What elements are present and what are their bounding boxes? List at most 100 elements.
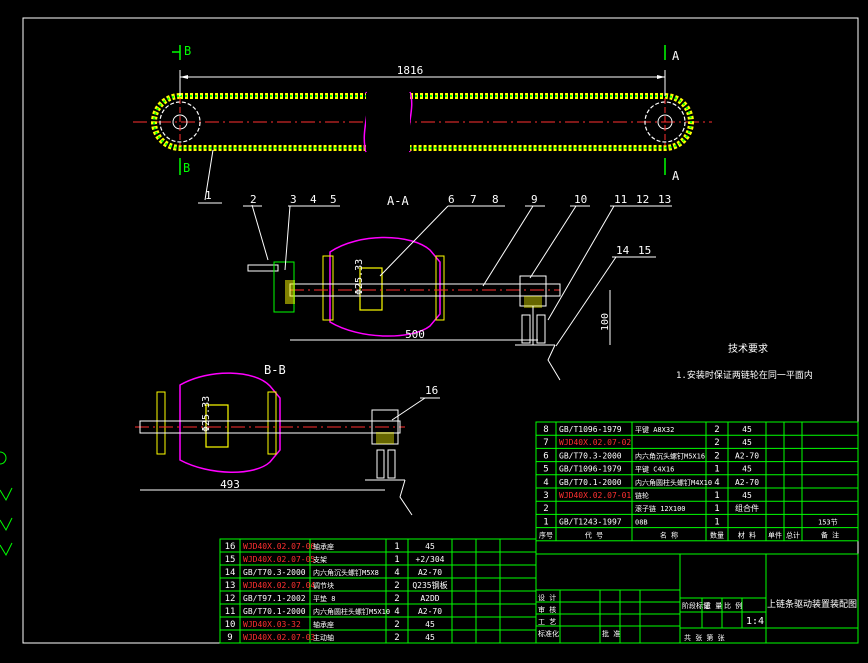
upper-row-no: 2	[543, 504, 548, 514]
lower-row-qty: 1	[394, 555, 399, 565]
lower-row-qty: 1	[394, 542, 399, 552]
upper-header-cell: 名 称	[660, 531, 678, 540]
tb-sheet: 共 张 第 张	[684, 633, 725, 642]
upper-header-cell: 代 号	[585, 531, 603, 540]
lower-row-name: 内六角沉头螺钉M5X8	[313, 568, 379, 577]
tech-req-title: 技术要求	[728, 342, 768, 355]
leader-16	[391, 397, 426, 421]
upper-row-mat: 45	[742, 438, 752, 447]
balloon-6: 6	[448, 193, 455, 206]
lower-row-no: 10	[225, 620, 236, 630]
lower-row-code: WJD40X.03-32	[243, 620, 301, 629]
upper-row-qty: 4	[714, 478, 719, 488]
lower-row-code: WJD40X.02.07.04	[243, 581, 315, 590]
flange-right-bb	[267, 391, 277, 455]
post-right-bb	[387, 449, 396, 479]
tb-col-scale: 比 例	[724, 601, 742, 610]
upper-row-code: GB/T1243-1997	[559, 517, 622, 526]
lower-row-code: WJD40X.02.07-05	[243, 555, 315, 564]
upper-row-mat: 45	[742, 491, 752, 500]
upper-row-name: 平键 A8X32	[635, 425, 674, 434]
lower-row-mat: 45	[425, 620, 435, 629]
dim-1816-text: 1816	[397, 64, 424, 77]
section-a-top: A	[672, 49, 680, 63]
balloon-15: 15	[638, 244, 651, 257]
dim-500-text: 500	[405, 328, 425, 341]
upper-row-mat: A2-70	[735, 451, 759, 460]
post-right-aa	[536, 314, 546, 344]
drawing-border	[22, 17, 859, 644]
lower-row-qty: 4	[394, 568, 399, 578]
tb-label-approve: 批 准	[602, 629, 620, 638]
lower-row-qty: 2	[394, 633, 399, 643]
drawing-name: 上链条驱动装置装配图	[767, 598, 857, 610]
view-aa-title: A-A	[387, 194, 409, 208]
upper-row-note: 153节	[818, 518, 838, 526]
upper-row-name: 链轮	[635, 491, 649, 500]
lower-row-mat: 45	[425, 633, 435, 642]
upper-row-name: 平键 C4X16	[635, 465, 674, 474]
view-aa: A-A 500 100 Φ25.33 2 3 4 5 6 7 8 9 10 11…	[243, 193, 672, 381]
title-block: 上链条驱动装置装配图 1:4 设 计 审 核 工 艺 标准化 批 准 阶段标记 …	[535, 553, 859, 644]
balloon-11: 11	[614, 193, 627, 206]
upper-row-qty: 2	[714, 438, 719, 448]
balloon-5: 5	[330, 193, 337, 206]
upper-row-qty: 1	[714, 491, 719, 501]
lower-row-code: WJD40X.02.07-03	[243, 633, 315, 642]
upper-header-cell: 备 注	[821, 531, 839, 540]
left-edge-symbols	[0, 451, 13, 557]
section-b-bottom: B	[183, 161, 190, 175]
upper-row-no: 8	[543, 425, 548, 435]
balloon-3: 3	[290, 193, 297, 206]
lower-row-name: 主动轴	[313, 633, 334, 642]
balloon-4: 4	[310, 193, 317, 206]
lower-row-name: 平垫 8	[313, 594, 335, 603]
chain-top-view: 1816 B B A A 1	[133, 44, 712, 204]
dim-493-text: 493	[220, 478, 240, 491]
upper-row-name: 内六角圆柱头螺钉M4X10	[635, 478, 712, 487]
upper-header-cell: 数量	[710, 531, 724, 540]
upper-row-mat: A2-70	[735, 478, 759, 487]
upper-row-code: WJD40X.02.07-01	[559, 491, 631, 500]
upper-row-qty: 1	[714, 517, 719, 527]
upper-row-name: 滚子链 12X100	[635, 504, 686, 513]
upper-row-code: GB/T70.3-2000	[559, 451, 622, 460]
upper-row-no: 1	[543, 517, 548, 527]
upper-row-qty: 2	[714, 425, 719, 435]
upper-row-code: WJD40X.02.07-02	[559, 438, 631, 447]
lower-row-no: 12	[225, 594, 236, 604]
lower-row-code: GB/T70.3-2000	[243, 568, 306, 577]
flange-left-bb	[156, 391, 166, 455]
lower-row-qty: 4	[394, 607, 399, 617]
upper-row-no: 4	[543, 478, 548, 488]
lower-row-mat: A2-70	[418, 568, 442, 577]
post-left-bb	[376, 449, 385, 479]
balloon-14: 14	[616, 244, 630, 257]
dim-arrow-right	[657, 75, 665, 79]
lower-row-no: 16	[225, 542, 236, 552]
section-b-top: B	[184, 44, 191, 58]
upper-row-mat: 45	[742, 425, 752, 434]
lower-row-qty: 2	[394, 620, 399, 630]
break-aa	[547, 344, 561, 381]
lower-row-no: 13	[225, 581, 236, 591]
balloon-12: 12	[636, 193, 649, 206]
motor-housing-bb	[179, 372, 281, 473]
upper-row-qty: 2	[714, 451, 719, 461]
tb-label-design: 设 计	[538, 593, 556, 602]
lower-row-no: 15	[225, 555, 236, 565]
balloon-1: 1	[205, 189, 212, 202]
balloon-2: 2	[250, 193, 257, 206]
view-bb-title: B-B	[264, 363, 286, 377]
flange-left-aa	[322, 255, 334, 321]
lower-row-code: WJD40X.02.07-06	[243, 542, 315, 551]
lower-row-mat: A2DD	[420, 594, 439, 603]
tb-col-weight: 重 量	[704, 602, 722, 610]
upper-row-no: 5	[543, 465, 548, 475]
upper-row-no: 7	[543, 438, 548, 448]
cad-drawing: 1816 B B A A 1 A-A 500 100 Φ25.33 2 3 4 …	[0, 17, 859, 644]
motor-housing-aa	[329, 236, 441, 337]
tb-label-standard: 标准化	[538, 629, 559, 638]
tb-label-process: 工 艺	[538, 618, 556, 626]
upper-header-cell: 总计	[786, 531, 800, 540]
